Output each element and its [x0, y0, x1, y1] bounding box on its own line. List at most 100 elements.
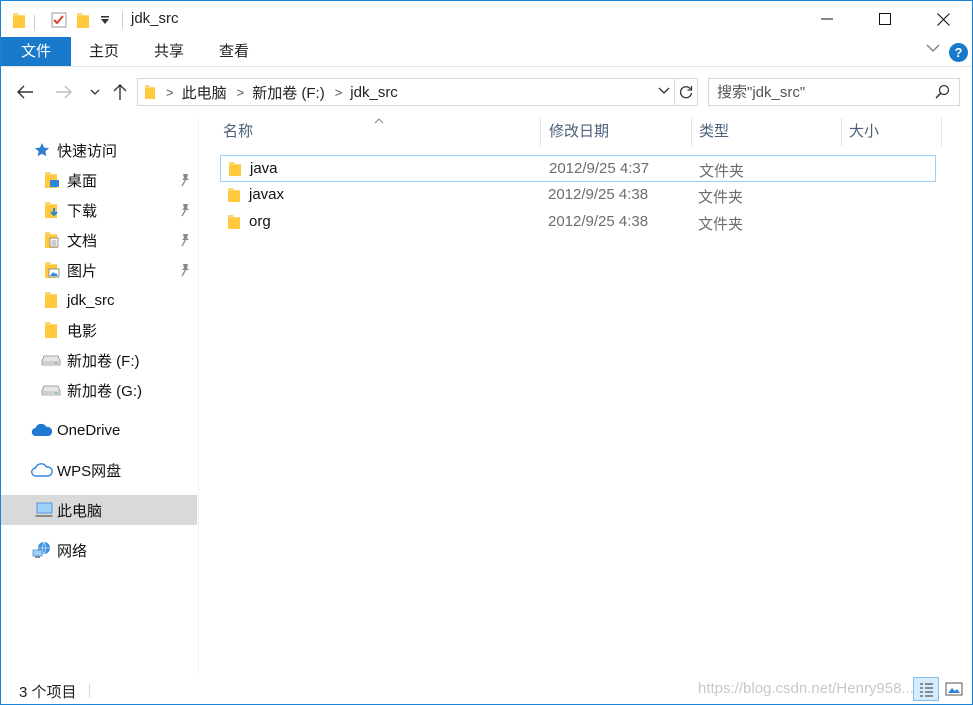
folder-icon [12, 9, 26, 31]
details-view-button[interactable] [913, 677, 939, 701]
wps-cloud-icon [31, 462, 53, 478]
thumbnail-view-button[interactable] [941, 677, 967, 701]
sidebar-item-label: 新加卷 (G:) [67, 382, 142, 400]
refresh-button[interactable] [674, 78, 698, 106]
folder-icon [227, 187, 241, 207]
sidebar-item-drive-g[interactable]: 新加卷 (G:) [1, 375, 197, 405]
column-header-type[interactable]: 类型 [699, 118, 839, 146]
folder-icon [227, 214, 241, 234]
sidebar-item-quick-access[interactable]: 快速访问 [1, 135, 197, 165]
tab-share[interactable]: 共享 [144, 37, 194, 66]
desktop-folder-icon [44, 171, 60, 189]
details-view-icon [920, 683, 933, 697]
sidebar-item-pictures[interactable]: 图片 [1, 255, 197, 285]
sidebar-item-movies[interactable]: 电影 [1, 315, 197, 345]
close-icon [936, 12, 950, 26]
help-button[interactable]: ? [949, 43, 968, 62]
back-button[interactable] [13, 79, 37, 105]
close-button[interactable] [914, 1, 972, 37]
search-input[interactable] [717, 83, 927, 101]
thumbnail-view-icon [945, 682, 963, 696]
file-type: 文件夹 [698, 189, 744, 206]
file-modified: 2012/9/25 4:37 [549, 160, 650, 177]
address-history-button[interactable] [658, 87, 670, 95]
file-modified: 2012/9/25 4:38 [548, 213, 649, 230]
file-name: javax [249, 186, 285, 203]
tab-view[interactable]: 查看 [209, 37, 259, 66]
column-divider[interactable] [841, 118, 842, 146]
sidebar-item-drive-f[interactable]: 新加卷 (F:) [1, 345, 197, 375]
arrow-right-icon [56, 85, 72, 99]
customize-dropdown-icon[interactable] [100, 9, 110, 31]
sidebar-item-label: 快速访问 [57, 142, 118, 160]
search-icon[interactable] [935, 84, 950, 103]
status-item-count: 3 个项目 [19, 684, 77, 701]
status-divider [89, 684, 90, 698]
sidebar-item-network[interactable]: 网络 [1, 535, 197, 565]
chevron-down-icon [658, 87, 670, 94]
tab-file[interactable]: 文件 [1, 37, 71, 66]
sidebar-item-label: WPS网盘 [57, 462, 122, 480]
table-row[interactable]: java 2012/9/25 4:37 文件夹 [220, 155, 936, 182]
drive-icon [41, 353, 61, 367]
search-box[interactable] [708, 78, 960, 106]
breadcrumb-separator-icon: > [334, 84, 343, 100]
sidebar-item-jdk-src[interactable]: jdk_src [1, 285, 197, 315]
minimize-icon [821, 18, 833, 20]
column-header-modified[interactable]: 修改日期 [549, 118, 689, 146]
table-row[interactable]: javax 2012/9/25 4:38 文件夹 [220, 182, 936, 209]
file-modified: 2012/9/25 4:38 [548, 186, 649, 203]
column-divider[interactable] [691, 118, 692, 146]
expand-ribbon-button[interactable] [926, 43, 940, 53]
sidebar-item-label: 桌面 [67, 172, 98, 190]
folder-icon [228, 161, 242, 181]
breadcrumb-separator-icon: > [166, 84, 174, 100]
new-folder-icon[interactable] [76, 9, 90, 31]
sidebar-item-documents[interactable]: 文档 [1, 225, 197, 255]
table-row[interactable]: org 2012/9/25 4:38 文件夹 [220, 209, 936, 236]
column-header-size[interactable]: 大小 [849, 118, 939, 146]
arrow-up-icon [113, 84, 127, 100]
pictures-folder-icon [44, 261, 60, 279]
breadcrumb-jdk-src[interactable]: jdk_src [350, 84, 398, 101]
sidebar-item-label: 此电脑 [57, 502, 103, 520]
maximize-icon [879, 13, 891, 25]
minimize-button[interactable] [798, 1, 856, 37]
help-icon: ? [949, 43, 968, 62]
tab-home[interactable]: 主页 [79, 37, 129, 66]
column-divider[interactable] [941, 118, 942, 146]
address-bar[interactable]: > 此电脑 > 新加卷 (F:) > jdk_src [137, 78, 675, 106]
arrow-left-icon [17, 85, 33, 99]
file-name: org [249, 213, 271, 230]
navigation-pane: 快速访问 桌面 下载 文档 图片 jdk_src 电影 新加卷 (F:) 新加卷… [1, 119, 199, 674]
computer-icon [34, 502, 54, 518]
breadcrumb-drive-f[interactable]: 新加卷 (F:) [252, 82, 325, 103]
chevron-down-icon [926, 44, 940, 52]
up-button[interactable] [108, 79, 132, 105]
column-header-name[interactable]: 名称 [223, 118, 539, 146]
recent-locations-button[interactable] [83, 79, 107, 105]
pin-icon[interactable] [179, 233, 191, 251]
sidebar-item-label: 新加卷 (F:) [67, 352, 140, 370]
sidebar-item-label: 电影 [67, 322, 98, 340]
file-type: 文件夹 [699, 163, 745, 180]
forward-button[interactable] [52, 79, 76, 105]
folder-icon [44, 321, 58, 339]
sidebar-item-downloads[interactable]: 下载 [1, 195, 197, 225]
window-title: jdk_src [131, 10, 179, 27]
pin-icon[interactable] [179, 263, 191, 281]
sidebar-item-label: 图片 [67, 262, 98, 280]
chevron-down-icon [90, 89, 100, 95]
properties-icon[interactable] [50, 9, 68, 31]
sidebar-item-desktop[interactable]: 桌面 [1, 165, 197, 195]
pin-icon[interactable] [179, 203, 191, 221]
watermark-text: https://blog.csdn.net/Henry958... [698, 680, 914, 697]
breadcrumb-this-pc[interactable]: 此电脑 [182, 82, 227, 103]
sidebar-item-onedrive[interactable]: OneDrive [1, 415, 197, 445]
sidebar-item-this-pc[interactable]: 此电脑 [1, 495, 197, 525]
pin-icon[interactable] [179, 173, 191, 191]
sidebar-item-label: 网络 [57, 542, 88, 560]
sidebar-item-wps-cloud[interactable]: WPS网盘 [1, 455, 197, 485]
maximize-button[interactable] [856, 1, 914, 37]
column-divider[interactable] [540, 118, 541, 146]
